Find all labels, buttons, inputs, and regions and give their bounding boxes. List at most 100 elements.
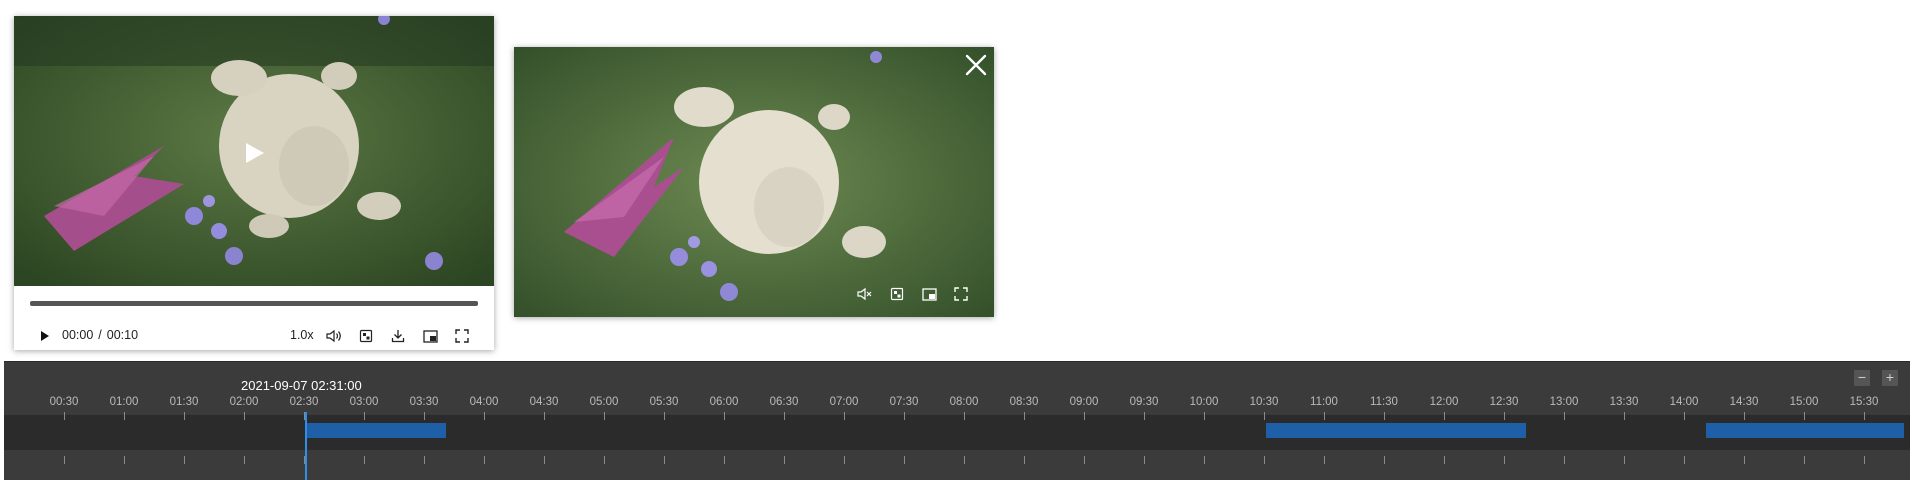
picture-in-picture-icon xyxy=(921,287,937,301)
timeline-tick-bottom xyxy=(964,456,965,464)
playback-speed[interactable]: 1.0x xyxy=(290,328,314,342)
timeline-label: 06:00 xyxy=(709,396,739,408)
timeline-label: 10:30 xyxy=(1249,396,1279,408)
timeline-label: 02:30 xyxy=(289,396,319,408)
fullscreen-icon xyxy=(455,329,469,343)
timeline-tick-bottom xyxy=(664,456,665,464)
timeline-tick xyxy=(1264,412,1265,420)
timeline-tick xyxy=(1444,412,1445,420)
timeline-label: 14:30 xyxy=(1729,396,1759,408)
timeline-tick xyxy=(1804,412,1805,420)
play-button[interactable] xyxy=(36,326,54,346)
timeline-label: 03:00 xyxy=(349,396,379,408)
timeline-label: 12:00 xyxy=(1429,396,1459,408)
big-play-button[interactable] xyxy=(238,136,272,170)
preview-picture-in-picture-button[interactable] xyxy=(918,283,940,305)
snapshot-icon xyxy=(890,287,904,301)
picture-in-picture-icon xyxy=(422,329,438,343)
timeline-tick xyxy=(484,412,485,420)
preview-fullscreen-button[interactable] xyxy=(950,283,972,305)
zoom-in-button[interactable]: + xyxy=(1882,370,1898,386)
timeline-label: 05:00 xyxy=(589,396,619,408)
timeline-tick-bottom xyxy=(484,456,485,464)
download-button[interactable] xyxy=(388,326,408,346)
timeline-label: 05:30 xyxy=(649,396,679,408)
timeline-tick xyxy=(1024,412,1025,420)
timeline-label: 08:00 xyxy=(949,396,979,408)
recording-segment[interactable] xyxy=(306,423,446,438)
timeline-tick-bottom xyxy=(1264,456,1265,464)
progress-bar[interactable] xyxy=(30,301,478,306)
timeline-tick-bottom xyxy=(1684,456,1685,464)
snapshot-button[interactable] xyxy=(356,326,376,346)
close-button[interactable] xyxy=(962,51,990,79)
timeline-label: 06:30 xyxy=(769,396,799,408)
fullscreen-button[interactable] xyxy=(452,326,472,346)
timeline-tick xyxy=(184,412,185,420)
timeline-cursor[interactable] xyxy=(305,412,307,480)
close-icon xyxy=(965,54,987,76)
timeline-tick xyxy=(1324,412,1325,420)
mute-button[interactable] xyxy=(854,283,876,305)
timeline-label: 02:00 xyxy=(229,396,259,408)
timeline-label: 09:00 xyxy=(1069,396,1099,408)
timeline-tick xyxy=(1624,412,1625,420)
timeline-tick xyxy=(244,412,245,420)
volume-button[interactable] xyxy=(324,326,344,346)
timeline-tick xyxy=(1144,412,1145,420)
timeline-tick-bottom xyxy=(244,456,245,464)
play-icon xyxy=(41,331,49,341)
recording-segment[interactable] xyxy=(1706,423,1904,438)
timeline-tick xyxy=(1564,412,1565,420)
timeline-tick xyxy=(424,412,425,420)
timeline-tick-bottom xyxy=(424,456,425,464)
timeline-tick-bottom xyxy=(124,456,125,464)
timeline-label: 14:00 xyxy=(1669,396,1699,408)
timeline-ticks xyxy=(4,412,1910,424)
timeline-tick xyxy=(964,412,965,420)
timeline-label: 07:30 xyxy=(889,396,919,408)
timeline-tick xyxy=(1504,412,1505,420)
snapshot-icon xyxy=(359,329,373,343)
recording-segment[interactable] xyxy=(1266,423,1526,438)
timeline-label: 09:30 xyxy=(1129,396,1159,408)
timeline-tick xyxy=(64,412,65,420)
timeline-label: 13:30 xyxy=(1609,396,1639,408)
zoom-out-button[interactable]: − xyxy=(1854,370,1870,386)
timeline-tick-bottom xyxy=(1144,456,1145,464)
timeline-tick-bottom xyxy=(1444,456,1445,464)
timeline-label: 12:30 xyxy=(1489,396,1519,408)
preview-video-frame[interactable] xyxy=(514,47,994,317)
floating-preview-window xyxy=(514,47,994,317)
volume-muted-icon xyxy=(857,287,872,301)
timeline-tick xyxy=(364,412,365,420)
timeline-tick xyxy=(544,412,545,420)
timeline-label: 13:00 xyxy=(1549,396,1579,408)
timeline-tick-bottom xyxy=(1864,456,1865,464)
timeline-tick-bottom xyxy=(784,456,785,464)
timeline-tick xyxy=(1384,412,1385,420)
picture-in-picture-button[interactable] xyxy=(420,326,440,346)
timeline-tick xyxy=(1204,412,1205,420)
timeline-tick-bottom xyxy=(1384,456,1385,464)
fullscreen-icon xyxy=(954,287,968,301)
timeline-tick xyxy=(784,412,785,420)
timeline-label: 00:30 xyxy=(49,396,79,408)
timeline-tick-bottom xyxy=(1024,456,1025,464)
timeline-tick-bottom xyxy=(1564,456,1565,464)
timeline-label: 10:00 xyxy=(1189,396,1219,408)
timeline-tick-bottom xyxy=(544,456,545,464)
timeline-tick-bottom xyxy=(1504,456,1505,464)
timeline-tick-bottom xyxy=(1324,456,1325,464)
play-icon xyxy=(246,143,264,163)
timeline-label: 01:30 xyxy=(169,396,199,408)
timeline-cursor-time: 2021-09-07 02:31:00 xyxy=(241,378,362,393)
timeline-tick-bottom xyxy=(904,456,905,464)
timeline-tick xyxy=(904,412,905,420)
preview-snapshot-button[interactable] xyxy=(886,283,908,305)
timeline-tick-bottom xyxy=(604,456,605,464)
recording-timeline[interactable]: 2021-09-07 02:31:00 − + 00:30 01:00 01:30 0… xyxy=(4,361,1910,480)
download-icon xyxy=(391,330,405,343)
timeline-tick xyxy=(124,412,125,420)
timeline-ticks-bottom xyxy=(4,450,1910,480)
